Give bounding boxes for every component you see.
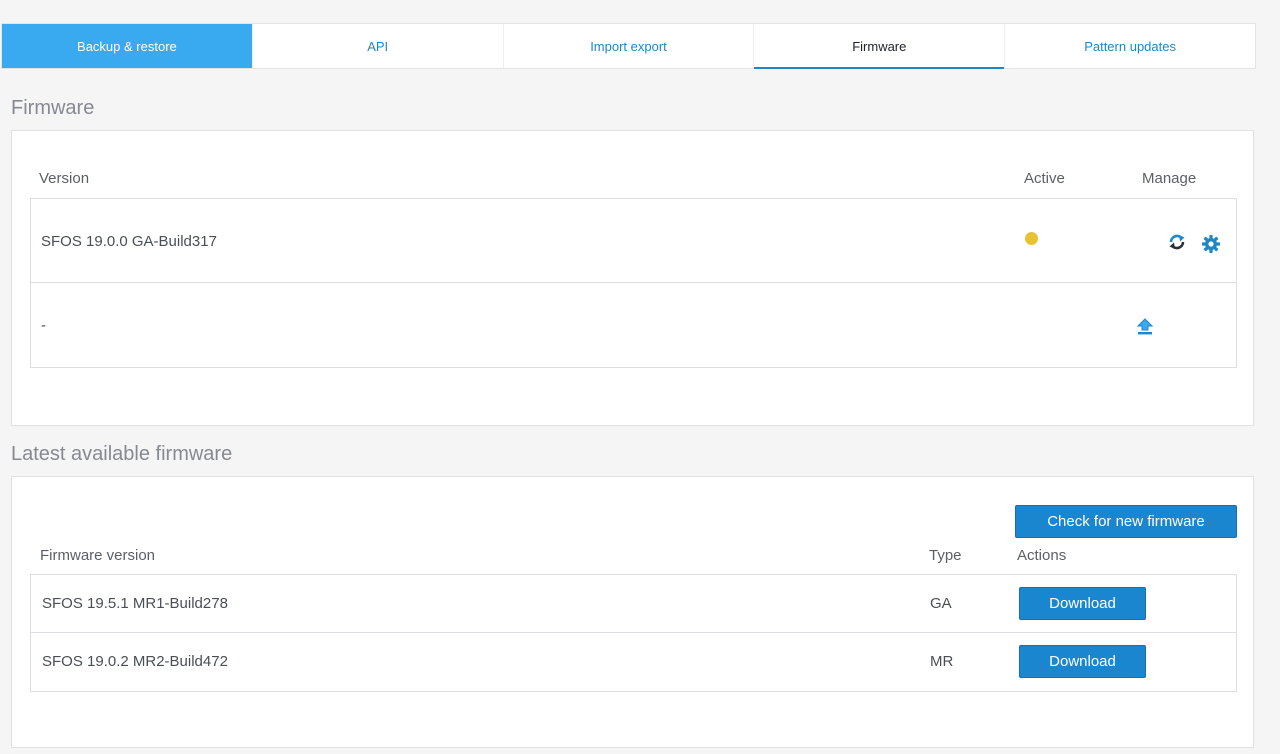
firmware-section-title: Firmware [11,97,95,119]
latest-firmware-section-title: Latest available firmware [11,443,233,465]
tab-bar: Backup & restore API Import export Firmw… [1,23,1256,69]
active-column-header: Active [1024,170,1065,187]
latest-firmware-table: SFOS 19.5.1 MR1-Build278 GA Download SFO… [30,574,1237,692]
firmware-version-column-header: Firmware version [40,547,156,564]
tab-firmware[interactable]: Firmware [754,24,1006,69]
firmware-panel: Version Active Manage SFOS 19.0.0 GA-Bui… [11,130,1254,426]
tab-pattern-updates[interactable]: Pattern updates [1005,24,1255,68]
table-row: SFOS 19.5.1 MR1-Build278 GA Download [31,575,1236,633]
settings-gear-icon[interactable] [1201,234,1221,254]
tab-import-export[interactable]: Import export [504,24,755,68]
latest-firmware-panel: Check for new firmware Firmware version … [11,476,1254,748]
tab-api[interactable]: API [253,24,504,68]
download-button[interactable]: Download [1019,645,1146,678]
firmware-version-cell: - [41,317,46,334]
version-column-header: Version [39,170,90,187]
table-row: SFOS 19.0.2 MR2-Build472 MR Download [31,633,1236,691]
manage-column-header: Manage [1142,170,1197,187]
firmware-version-cell: SFOS 19.5.1 MR1-Build278 [42,595,228,612]
upload-firmware-icon[interactable] [1135,317,1155,337]
table-row: SFOS 19.0.0 GA-Build317 [31,199,1236,283]
reboot-icon[interactable] [1167,232,1187,252]
firmware-type-cell: GA [930,595,952,612]
download-button[interactable]: Download [1019,587,1146,620]
firmware-type-cell: MR [930,653,954,670]
firmware-version-cell: SFOS 19.0.2 MR2-Build472 [42,653,228,670]
type-column-header: Type [929,547,962,564]
check-new-firmware-button[interactable]: Check for new firmware [1015,505,1237,538]
firmware-version-cell: SFOS 19.0.0 GA-Build317 [41,233,217,250]
active-status-dot [1025,232,1038,245]
tab-backup-restore[interactable]: Backup & restore [2,24,253,68]
table-row: - [31,283,1236,367]
actions-column-header: Actions [1017,547,1067,564]
firmware-table: SFOS 19.0.0 GA-Build317 - [30,198,1237,368]
